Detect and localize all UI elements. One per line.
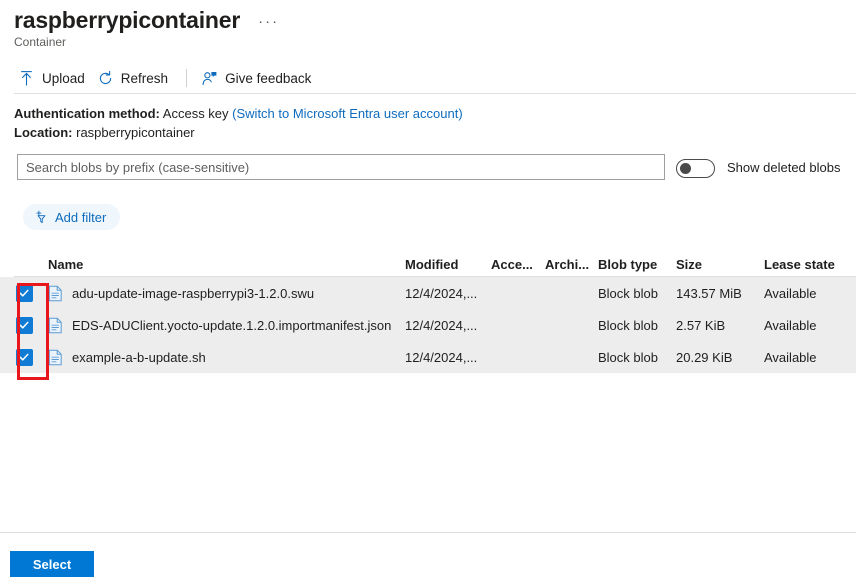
- select-button[interactable]: Select: [10, 551, 94, 577]
- authentication-method-value: Access key: [162, 106, 229, 121]
- column-header-lease-state[interactable]: Lease state: [764, 257, 856, 272]
- table-body: adu-update-image-raspberrypi3-1.2.0.swu …: [0, 277, 856, 373]
- blob-container-browser: raspberrypicontainer ··· Container Uploa…: [0, 0, 856, 585]
- column-header-access-tier[interactable]: Acce...: [491, 257, 545, 272]
- refresh-button[interactable]: Refresh: [93, 66, 176, 91]
- authentication-method-line: Authentication method: Access key (Switc…: [14, 104, 463, 123]
- row-lease-state: Available: [764, 349, 817, 365]
- footer-divider: [0, 532, 856, 533]
- header-divider: [14, 93, 856, 94]
- show-deleted-blobs-toggle[interactable]: [676, 159, 715, 178]
- column-header-name[interactable]: Name: [48, 257, 405, 272]
- row-modified: 12/4/2024,...: [405, 317, 478, 333]
- row-checkbox[interactable]: [15, 348, 33, 366]
- row-name-cell[interactable]: adu-update-image-raspberrypi3-1.2.0.swu: [48, 285, 405, 302]
- file-icon: [48, 349, 62, 365]
- row-name-label: example-a-b-update.sh: [72, 349, 206, 365]
- give-feedback-label: Give feedback: [225, 70, 312, 86]
- page-subtitle: Container: [14, 35, 67, 49]
- file-icon: [48, 317, 62, 333]
- location-label: Location:: [14, 125, 73, 140]
- upload-icon: [21, 70, 32, 85]
- location-value: raspberrypicontainer: [76, 125, 195, 140]
- row-checkbox-cell[interactable]: [0, 316, 48, 334]
- row-name-label: EDS-ADUClient.yocto-update.1.2.0.importm…: [72, 317, 392, 333]
- row-size: 143.57 MiB: [676, 285, 742, 301]
- upload-label: Upload: [42, 70, 85, 86]
- row-lease-state: Available: [764, 285, 817, 301]
- add-filter-label: Add filter: [55, 209, 107, 225]
- authentication-method-label: Authentication method:: [14, 106, 160, 121]
- checkmark-icon: [19, 321, 29, 329]
- toolbar-divider: [186, 69, 188, 87]
- row-name-label: adu-update-image-raspberrypi3-1.2.0.swu: [72, 285, 315, 301]
- column-header-archive[interactable]: Archi...: [545, 257, 598, 272]
- column-header-size[interactable]: Size: [676, 257, 764, 272]
- row-modified: 12/4/2024,...: [405, 349, 478, 365]
- add-filter-button[interactable]: Add filter: [23, 204, 121, 230]
- toggle-knob: [680, 163, 691, 174]
- column-header-modified[interactable]: Modified: [405, 257, 491, 272]
- refresh-icon: [99, 70, 111, 84]
- row-checkbox-cell[interactable]: [0, 284, 48, 302]
- table-header-row: Name Modified Acce... Archi... Blob type…: [0, 252, 856, 276]
- checkmark-icon: [19, 289, 29, 297]
- row-checkbox-cell[interactable]: [0, 348, 48, 366]
- search-input[interactable]: [17, 154, 665, 180]
- blob-table: Name Modified Acce... Archi... Blob type…: [0, 252, 856, 373]
- row-size: 2.57 KiB: [676, 317, 726, 333]
- give-feedback-button[interactable]: Give feedback: [197, 66, 319, 91]
- command-bar: Upload Refresh Give feedback: [14, 63, 319, 93]
- connection-info: Authentication method: Access key (Switc…: [14, 104, 463, 142]
- row-size: 20.29 KiB: [676, 349, 733, 365]
- row-modified: 12/4/2024,...: [405, 285, 478, 301]
- column-header-blob-type[interactable]: Blob type: [598, 257, 676, 272]
- table-row[interactable]: example-a-b-update.sh 12/4/2024,... Bloc…: [0, 341, 856, 373]
- upload-button[interactable]: Upload: [14, 66, 93, 91]
- switch-auth-link[interactable]: (Switch to Microsoft Entra user account): [232, 106, 462, 121]
- row-blob-type: Block blob: [598, 349, 658, 365]
- row-blob-type: Block blob: [598, 317, 658, 333]
- show-deleted-blobs-label: Show deleted blobs: [727, 160, 841, 175]
- table-row[interactable]: adu-update-image-raspberrypi3-1.2.0.swu …: [0, 277, 856, 309]
- row-checkbox[interactable]: [15, 316, 33, 334]
- location-line: Location: raspberrypicontainer: [14, 123, 463, 142]
- row-blob-type: Block blob: [598, 285, 658, 301]
- row-name-cell[interactable]: example-a-b-update.sh: [48, 349, 405, 366]
- more-options-icon[interactable]: ···: [256, 8, 281, 36]
- title-row: raspberrypicontainer ···: [14, 4, 281, 36]
- row-name-cell[interactable]: EDS-ADUClient.yocto-update.1.2.0.importm…: [48, 317, 405, 334]
- file-icon: [48, 285, 62, 301]
- person-feedback-icon: [202, 71, 217, 85]
- page-title: raspberrypicontainer: [14, 7, 241, 33]
- row-checkbox[interactable]: [15, 284, 33, 302]
- row-lease-state: Available: [764, 317, 817, 333]
- refresh-label: Refresh: [120, 70, 169, 86]
- table-row[interactable]: EDS-ADUClient.yocto-update.1.2.0.importm…: [0, 309, 856, 341]
- add-filter-icon: [36, 210, 46, 223]
- checkmark-icon: [19, 353, 29, 361]
